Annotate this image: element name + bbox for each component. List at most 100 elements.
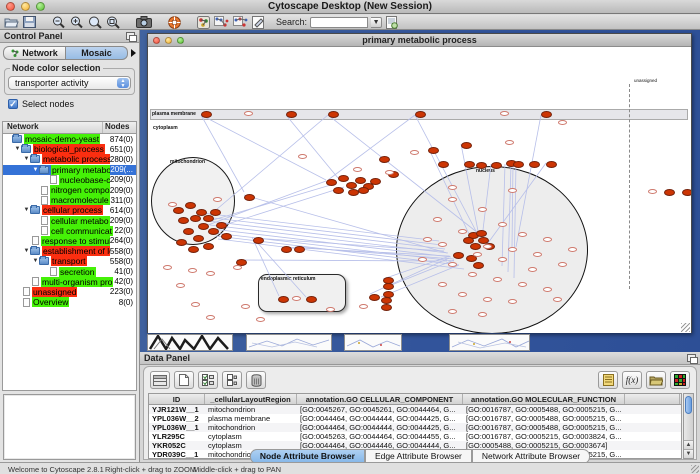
select-attributes-icon[interactable]	[198, 371, 218, 389]
new-attribute-icon[interactable]	[174, 371, 194, 389]
open-folder-icon[interactable]	[4, 16, 19, 29]
network-node[interactable]	[473, 262, 484, 269]
network-node[interactable]	[188, 246, 199, 253]
tree-col-nodes[interactable]: Nodes	[102, 122, 136, 133]
network-node[interactable]	[553, 297, 562, 302]
tree-row[interactable]: mosaic-demo-yeast874(0)	[3, 134, 136, 144]
table-column-header[interactable]	[625, 394, 680, 404]
table-row[interactable]: YLR295Ccytoplasm[GO:0045263, GO:0044464,…	[149, 432, 681, 441]
network-node[interactable]	[203, 243, 214, 250]
attribute-list-icon[interactable]	[598, 371, 618, 389]
network-node[interactable]	[346, 182, 357, 189]
network-node[interactable]	[183, 228, 194, 235]
tree-row[interactable]: unassigned223(0)	[3, 287, 136, 297]
network-node[interactable]	[233, 265, 242, 270]
network-node[interactable]	[505, 140, 514, 145]
network-node[interactable]	[682, 189, 691, 196]
network-node[interactable]	[508, 188, 517, 193]
float-panel-icon[interactable]	[687, 354, 696, 362]
expander-icon[interactable]: ▼	[32, 258, 39, 264]
unselect-attributes-icon[interactable]	[222, 371, 242, 389]
network-node[interactable]	[498, 257, 507, 262]
network-node[interactable]	[541, 111, 552, 118]
table-row[interactable]: YPL036W__2plasma membrane[GO:0044464, GO…	[149, 414, 681, 423]
network-node[interactable]	[381, 297, 392, 304]
scroll-up-arrow[interactable]: ▲	[684, 440, 693, 449]
select-nodes-checkbox[interactable]: ✓	[8, 99, 18, 109]
tree-row[interactable]: cell communicat22(0)	[3, 226, 136, 236]
zoom-in-icon[interactable]	[70, 16, 84, 29]
table-column-header[interactable]: _cellularLayoutRegion	[205, 394, 297, 404]
vizmapper-icon[interactable]	[197, 16, 210, 29]
network-node[interactable]	[518, 232, 527, 237]
tree-row[interactable]: ▼primary metabo209(...	[3, 165, 136, 175]
zoom-selected-icon[interactable]	[88, 16, 102, 29]
network-node[interactable]	[415, 111, 426, 118]
tree-row[interactable]: ▼establishment of lo558(0)	[3, 246, 136, 256]
network-node[interactable]	[163, 265, 172, 270]
network-node[interactable]	[428, 147, 439, 154]
network-node[interactable]	[206, 315, 215, 320]
network-node[interactable]	[201, 111, 212, 118]
network-node[interactable]	[185, 202, 196, 209]
network-node[interactable]	[292, 296, 301, 301]
network-node[interactable]	[381, 304, 392, 311]
network-edit-icon[interactable]	[214, 16, 229, 29]
table-column-header[interactable]: annotation.GO CELLULAR_COMPONENT	[297, 394, 463, 404]
network-node[interactable]	[476, 162, 487, 169]
import-attributes-icon[interactable]	[646, 371, 666, 389]
network-node[interactable]	[473, 252, 482, 257]
expander-icon[interactable]: ▼	[23, 248, 30, 254]
network-node[interactable]	[213, 197, 222, 202]
network-node[interactable]	[410, 150, 419, 155]
network-node[interactable]	[470, 243, 481, 250]
annotation-icon[interactable]	[252, 16, 264, 29]
birdseye-view-panel[interactable]	[3, 394, 136, 460]
network-node[interactable]	[478, 312, 487, 317]
network-node[interactable]	[298, 154, 307, 159]
window-resize-grip[interactable]	[681, 323, 690, 332]
network-node[interactable]	[326, 179, 337, 186]
statusbar-resize-grip[interactable]	[691, 465, 699, 473]
background-window-fragment[interactable]	[344, 334, 402, 351]
network-node[interactable]	[483, 244, 492, 249]
network-node[interactable]	[188, 268, 197, 273]
network-node[interactable]	[206, 271, 215, 276]
network-node[interactable]	[500, 111, 509, 116]
tree-col-network[interactable]: Network	[3, 122, 102, 133]
table-column-header[interactable]: ID	[149, 394, 205, 404]
network-node[interactable]	[464, 161, 475, 168]
network-node[interactable]	[369, 294, 380, 301]
network-node[interactable]	[546, 161, 557, 168]
table-row[interactable]: YPL036W__1mitochondrion[GO:0044464, GO:0…	[149, 423, 681, 432]
tree-row[interactable]: response to stimul264(0)	[3, 236, 136, 246]
network-node[interactable]	[370, 178, 381, 185]
tree-row[interactable]: macromolecule311(0)	[3, 195, 136, 205]
tree-row[interactable]: cellular metabo209(0)	[3, 216, 136, 226]
tab-mosaic[interactable]: Mosaic	[66, 46, 128, 60]
expander-icon[interactable]: ▼	[32, 167, 39, 173]
network-node[interactable]	[306, 296, 317, 303]
network-node[interactable]	[438, 242, 447, 247]
tree-row[interactable]: nucleobase-c209(0)	[3, 175, 136, 185]
network-node[interactable]	[448, 309, 457, 314]
attribute-table-icon[interactable]	[150, 371, 170, 389]
delete-attribute-icon[interactable]	[246, 371, 266, 389]
network-canvas[interactable]: plasma membrane cytoplasm mitochondrion …	[148, 47, 691, 333]
network-node[interactable]	[458, 292, 467, 297]
network-node[interactable]	[358, 187, 369, 194]
tree-row[interactable]: secretion41(0)	[3, 266, 136, 276]
background-window-fragment[interactable]	[147, 334, 233, 351]
network-node[interactable]	[418, 257, 427, 262]
network-node[interactable]	[493, 277, 502, 282]
tree-row[interactable]: nitrogen compo209(0)	[3, 185, 136, 195]
network-node[interactable]	[461, 142, 472, 149]
network-node[interactable]	[543, 237, 552, 242]
network-node[interactable]	[176, 283, 185, 288]
network-node[interactable]	[253, 237, 264, 244]
matrix-icon[interactable]	[670, 371, 690, 389]
background-window-fragment[interactable]	[246, 334, 332, 351]
network-node[interactable]	[528, 267, 537, 272]
table-column-header[interactable]: annotation.GO MOLECULAR_FUNCTION	[463, 394, 625, 404]
network-node[interactable]	[359, 304, 368, 309]
